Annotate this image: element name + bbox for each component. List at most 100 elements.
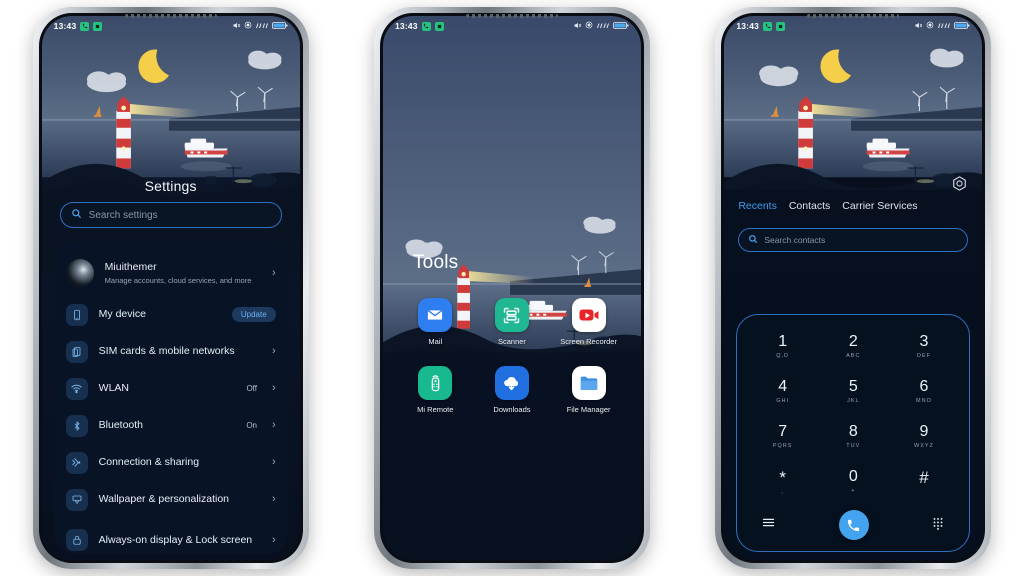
- app-mi-remote[interactable]: Mi Remote: [397, 366, 474, 414]
- app-screen-recorder[interactable]: Screen Recorder: [550, 298, 627, 346]
- mute-icon: [232, 21, 241, 32]
- settings-item-text: Miuithemer Manage accounts, cloud servic…: [105, 261, 261, 285]
- menu-lines-icon[interactable]: [761, 515, 776, 535]
- status-bar-right: [573, 21, 629, 32]
- search-contacts-input[interactable]: Search contacts: [738, 228, 969, 252]
- settings-item-label: My device: [98, 308, 146, 321]
- settings-item-connection-sharing[interactable]: Connection & sharing ›: [54, 444, 288, 481]
- mute-icon: [914, 21, 923, 32]
- key-digit: #: [919, 467, 929, 487]
- dialpad-key-0[interactable]: 0 +: [818, 460, 889, 505]
- screen-recording-icon: [776, 21, 786, 31]
- phone-bezel: 13:43: [721, 13, 986, 563]
- key-digit: *: [779, 467, 786, 487]
- settings-list: Miuithemer Manage accounts, cloud servic…: [53, 242, 288, 554]
- speaker-grille: [807, 14, 900, 18]
- key-digit: 6: [919, 377, 929, 395]
- chevron-right-icon: ›: [271, 419, 276, 431]
- status-bar-left: 13:43: [395, 21, 444, 31]
- chevron-right-icon: ›: [271, 493, 276, 505]
- chevron-right-icon: ›: [271, 345, 276, 357]
- dialpad-key-7[interactable]: 7 PQRS: [747, 415, 818, 460]
- settings-screen: Settings Search settings Miuithemer Mana…: [42, 16, 300, 560]
- settings-item-text: WLAN: [99, 382, 236, 395]
- hex-gear-icon[interactable]: [950, 174, 968, 192]
- status-bar-right: [914, 21, 970, 32]
- settings-item-wlan[interactable]: WLAN Off ›: [54, 370, 288, 407]
- settings-item-label: Bluetooth: [98, 419, 144, 432]
- search-placeholder: Search contacts: [764, 235, 826, 245]
- dialpad-icon[interactable]: [931, 516, 945, 535]
- dialpad-key-2[interactable]: 2 ABC: [818, 324, 889, 369]
- speaker-grille: [465, 14, 558, 18]
- settings-item-text: Connection & sharing: [99, 456, 261, 469]
- settings-item-label: Wallpaper & personalization: [98, 493, 230, 506]
- app-downloads[interactable]: Downloads: [474, 366, 551, 414]
- app-scanner[interactable]: Scanner: [474, 298, 551, 346]
- settings-item-label: Connection & sharing: [98, 456, 200, 469]
- key-digit: 1: [778, 332, 788, 350]
- dialpad-key-5[interactable]: 5 JKL: [818, 369, 889, 414]
- dialpad-key-hash[interactable]: #: [889, 460, 960, 505]
- status-time: 13:43: [53, 21, 77, 31]
- call-button[interactable]: [838, 510, 869, 540]
- folder-screen: Tools Mail Scanner Screen Recorder Mi Re…: [383, 16, 641, 560]
- settings-item-my-device[interactable]: My device Update: [54, 296, 288, 333]
- status-bar: 13:43: [383, 16, 641, 36]
- update-badge[interactable]: Update: [231, 307, 276, 322]
- dialpad-key-1[interactable]: 1 Q,D: [747, 324, 818, 369]
- app-label: Screen Recorder: [560, 337, 617, 346]
- dialpad-key-star[interactable]: * ,: [747, 460, 818, 505]
- key-sublabel: TUV: [846, 443, 861, 450]
- settings-item-sim-cards[interactable]: SIM cards & mobile networks ›: [54, 333, 288, 370]
- status-bar: 13:43: [42, 16, 300, 36]
- chevron-right-icon: ›: [271, 266, 276, 279]
- tab-contacts[interactable]: Contacts: [789, 200, 830, 212]
- settings-item-text: Bluetooth: [99, 419, 236, 432]
- speaker-grille: [124, 14, 217, 18]
- phone3-screen: 13:43 Recents Contacts Carrier Services …: [724, 16, 983, 560]
- search-icon: [748, 231, 758, 249]
- key-sublabel: WXYZ: [914, 443, 934, 450]
- status-time: 13:43: [736, 21, 760, 31]
- search-placeholder: Search settings: [88, 209, 158, 221]
- dialpad-key-3[interactable]: 3 DEF: [889, 324, 960, 369]
- dialpad-key-8[interactable]: 8 TUV: [818, 415, 889, 460]
- tab-carrier-services[interactable]: Carrier Services: [842, 200, 917, 212]
- chevron-right-icon: ›: [271, 533, 276, 546]
- key-digit: 5: [848, 377, 858, 395]
- dialpad-key-9[interactable]: 9 WXYZ: [889, 415, 960, 460]
- phone-device-tools: 13:43 Tools Mail Scanner Screen Recorder…: [373, 7, 650, 569]
- screen-recorder-icon: [571, 298, 606, 332]
- phone-bezel: 13:43: [379, 13, 644, 563]
- app-label: Mi Remote: [417, 405, 454, 415]
- settings-item-account[interactable]: Miuithemer Manage accounts, cloud servic…: [54, 250, 288, 296]
- settings-item-text: SIM cards & mobile networks: [99, 345, 246, 358]
- settings-item-value: On: [246, 421, 257, 430]
- app-label: Downloads: [493, 405, 531, 415]
- settings-item-text: My device: [99, 308, 221, 321]
- status-bar-left: 13:43: [54, 21, 103, 31]
- remote-control-icon: [418, 366, 453, 401]
- key-digit: 2: [848, 332, 858, 350]
- mail-icon: [418, 298, 453, 332]
- tab-recents[interactable]: Recents: [738, 200, 777, 212]
- app-mail[interactable]: Mail: [397, 298, 474, 346]
- dialpad-key-6[interactable]: 6 MNO: [889, 369, 960, 414]
- app-label: Mail: [428, 337, 443, 346]
- settings-item-value: Off: [246, 384, 257, 393]
- settings-item-text: Wallpaper & personalization: [99, 493, 261, 506]
- key-sublabel: ABC: [846, 352, 861, 359]
- search-settings-input[interactable]: Search settings: [59, 202, 282, 228]
- key-digit: 3: [919, 332, 929, 350]
- key-sublabel: MNO: [916, 397, 932, 404]
- chevron-right-icon: ›: [271, 456, 276, 468]
- dialpad-keys: 1 Q,D 2 ABC 3 DEF 4 GHI 5 JKL 6 MNO 7 PQ…: [747, 324, 959, 505]
- dialpad-key-4[interactable]: 4 GHI: [747, 369, 818, 414]
- dnd-icon: [244, 21, 252, 31]
- app-file-manager[interactable]: File Manager: [550, 366, 627, 414]
- settings-item-always-on-display[interactable]: Always-on display & Lock screen ›: [54, 518, 288, 554]
- key-sublabel: DEF: [916, 352, 931, 359]
- settings-item-bluetooth[interactable]: Bluetooth On ›: [54, 407, 288, 444]
- settings-item-wallpaper[interactable]: Wallpaper & personalization ›: [54, 481, 288, 518]
